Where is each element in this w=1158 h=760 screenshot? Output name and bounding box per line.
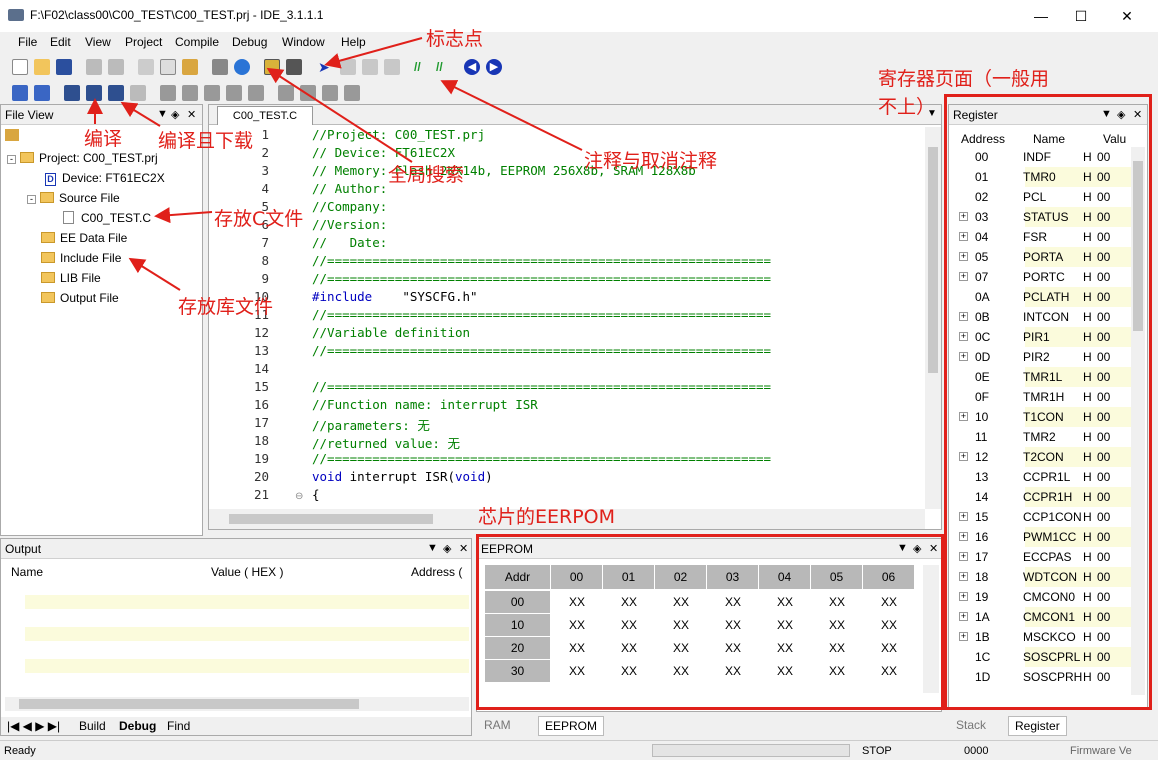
arrow-comment	[440, 80, 583, 151]
arrow-c-file	[154, 207, 213, 224]
annotation-register-page: 寄存器页面（一般用	[878, 68, 1050, 90]
annotation-c-file: 存放C文件	[214, 208, 304, 230]
annotation-compile-download: 编译且下载	[158, 130, 254, 152]
arrow-marker	[324, 37, 423, 69]
annotation-global-search: 全局搜索	[388, 164, 465, 186]
annotation-register-page-2: 不上）	[878, 96, 936, 118]
annotation-marker: 标志点	[426, 28, 484, 50]
annotation-arrows	[87, 37, 583, 291]
annotation-lib-file: 存放库文件	[178, 296, 274, 318]
annotation-compile: 编译	[84, 128, 123, 150]
annotation-comment: 注释与取消注释	[584, 150, 718, 172]
arrow-search	[266, 67, 413, 163]
annotation-eeprom: 芯片的EERPOM	[478, 506, 616, 528]
arrow-compile-download	[120, 101, 161, 127]
arrow-lib-file	[128, 257, 181, 291]
